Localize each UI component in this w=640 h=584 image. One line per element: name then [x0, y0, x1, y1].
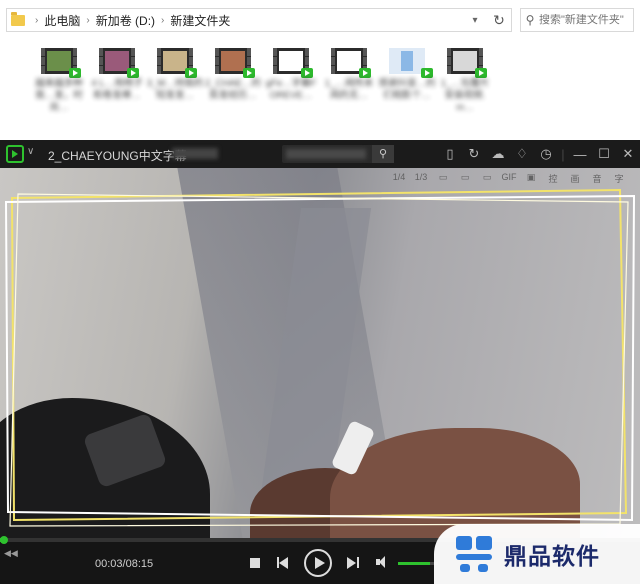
capture-icon[interactable]: ▣ — [520, 172, 542, 185]
video-quick-tools: 1/4 1/3 ▭ ▭ ▭ GIF ▣ 控 画 音 字 — [388, 172, 630, 185]
file-name: 1_…闻所未闻的无… — [324, 78, 374, 101]
video-thumbnail — [215, 48, 255, 78]
chevron-down-icon[interactable]: ▾ — [465, 8, 485, 32]
play-badge-icon — [359, 68, 371, 78]
overlay-label[interactable]: 控 — [542, 172, 564, 185]
search-box[interactable]: ⚲ — [520, 8, 634, 32]
file-name: 越来越多种我…发，时尚… — [35, 78, 83, 113]
player-search-box[interactable]: ⚲ — [282, 145, 394, 163]
breadcrumb-drive-d[interactable]: 新加卷 (D:) — [96, 12, 155, 29]
shirt-icon[interactable]: ♢ — [510, 146, 534, 162]
file-item[interactable]: 1_…闻所未闻的无… — [320, 48, 378, 140]
play-badge-icon — [69, 68, 81, 78]
close-icon[interactable]: ✕ — [616, 146, 640, 162]
file-name: 2_CHAE…的剪发经历… — [205, 78, 261, 101]
titlebar-icons: ▯ ↻ ☁ ♢ ◷ | — ☐ ✕ — [438, 140, 640, 168]
file-item[interactable]: 4 L…用椅子和卷发棒… — [88, 48, 146, 140]
blurred-search-text — [286, 149, 366, 159]
maximize-icon[interactable]: ☐ — [592, 146, 616, 162]
chevron-right-icon: › — [161, 14, 165, 26]
search-input[interactable] — [539, 14, 629, 26]
play-icon[interactable] — [304, 549, 332, 577]
play-badge-icon — [421, 68, 433, 78]
blurred-title-text — [172, 148, 218, 159]
screen-icon[interactable]: ▭ — [454, 172, 476, 185]
file-grid: 越来越多种我…发，时尚… 4 L…用椅子和卷发棒… 3_M…持我的短发发… 2_… — [30, 48, 640, 140]
volume-small-icon[interactable]: ◀◀ — [4, 548, 18, 559]
address-bar[interactable]: › 此电脑 › 新加卷 (D:) › 新建文件夹 — [6, 8, 512, 32]
address-row: › 此电脑 › 新加卷 (D:) › 新建文件夹 ▾ ↻ ⚲ — [0, 0, 640, 38]
file-name: gFe…字幕FOREVE… — [265, 78, 317, 101]
stop-icon[interactable] — [248, 558, 262, 572]
seek-handle[interactable] — [0, 536, 8, 544]
screen-icon[interactable]: ▭ — [476, 172, 498, 185]
overlay-label[interactable]: 画 — [564, 172, 586, 185]
video-thumbnail — [273, 48, 313, 78]
file-item[interactable]: 3_M…持我的短发发… — [146, 48, 204, 140]
watermark-text: 鼎品软件 — [504, 544, 600, 570]
play-badge-icon — [243, 68, 255, 78]
file-item[interactable]: 1_…包覆片安装视频.m… — [436, 48, 494, 140]
playback-time: 00:03/08:15 — [95, 558, 154, 570]
file-name: 1_…包覆片安装视频.m… — [440, 78, 490, 113]
volume-level — [398, 562, 430, 565]
video-player-window: ∨ 2_CHAEYOUNG中文字幕 ⚲ ▯ ↻ ☁ ♢ ◷ | — ☐ ✕ 1/… — [0, 140, 640, 584]
refresh-icon[interactable]: ↻ — [487, 8, 511, 32]
file-name: 4 L…用椅子和卷发棒… — [91, 78, 143, 101]
play-badge-icon — [127, 68, 139, 78]
video-thumbnail — [447, 48, 487, 78]
file-explorer-window: › 此电脑 › 新加卷 (D:) › 新建文件夹 ▾ ↻ ⚲ 越来越多种我…发，… — [0, 0, 640, 140]
file-item[interactable]: 2_CHAE…的剪发经历… — [204, 48, 262, 140]
overlay-label[interactable]: 音 — [586, 172, 608, 185]
player-titlebar: ∨ 2_CHAEYOUNG中文字幕 ⚲ ▯ ↻ ☁ ♢ ◷ | — ☐ ✕ — [0, 140, 640, 168]
video-thumbnail — [331, 48, 371, 78]
play-badge-icon — [475, 68, 487, 78]
file-item[interactable]: 感谢抖音…的们相影个… — [378, 48, 436, 140]
clock-icon[interactable]: ◷ — [534, 146, 558, 162]
breadcrumb-new-folder[interactable]: 新建文件夹 — [170, 12, 230, 29]
screen-icon[interactable]: ▭ — [432, 172, 454, 185]
previous-icon[interactable] — [276, 556, 290, 570]
file-name: 感谢抖音…的们相影个… — [378, 78, 436, 101]
video-thumbnail — [157, 48, 197, 78]
search-icon[interactable]: ⚲ — [372, 145, 394, 163]
overlay-label[interactable]: GIF — [498, 172, 520, 185]
divider: | — [561, 146, 565, 162]
overlay-label[interactable]: 1/3 — [410, 172, 432, 185]
file-name: 3_M…持我的短发发… — [146, 78, 204, 101]
file-item[interactable]: 越来越多种我…发，时尚… — [30, 48, 88, 140]
video-frame[interactable]: 1/4 1/3 ▭ ▭ ▭ GIF ▣ 控 画 音 字 — [0, 168, 640, 538]
chevron-down-icon[interactable]: ∨ — [27, 146, 34, 157]
watermark: 鼎品软件 — [434, 524, 640, 584]
chevron-right-icon: › — [35, 14, 39, 26]
minimize-icon[interactable]: — — [568, 147, 592, 162]
sketch-frame-overlay — [4, 188, 636, 527]
volume-slider[interactable] — [398, 562, 438, 565]
video-title: 2_CHAEYOUNG中文字幕 — [48, 149, 187, 163]
player-logo-icon[interactable] — [6, 145, 24, 163]
next-icon[interactable] — [347, 556, 361, 570]
video-thumbnail — [41, 48, 81, 78]
cloud-icon[interactable]: ☁ — [486, 146, 510, 162]
phone-icon[interactable]: ▯ — [438, 146, 462, 162]
overlay-label[interactable]: 字 — [608, 172, 630, 185]
folder-icon — [11, 11, 25, 26]
search-icon: ⚲ — [525, 13, 535, 27]
chevron-right-icon: › — [86, 14, 90, 26]
brand-logo-icon — [456, 536, 492, 572]
video-thumbnail — [389, 48, 433, 78]
play-badge-icon — [301, 68, 313, 78]
play-badge-icon — [185, 68, 197, 78]
file-item[interactable]: gFe…字幕FOREVE… — [262, 48, 320, 140]
volume-icon[interactable] — [376, 556, 390, 570]
overlay-label[interactable]: 1/4 — [388, 172, 410, 185]
video-thumbnail — [99, 48, 139, 78]
breadcrumb-this-pc[interactable]: 此电脑 — [44, 12, 80, 29]
refresh-icon[interactable]: ↻ — [462, 146, 486, 162]
